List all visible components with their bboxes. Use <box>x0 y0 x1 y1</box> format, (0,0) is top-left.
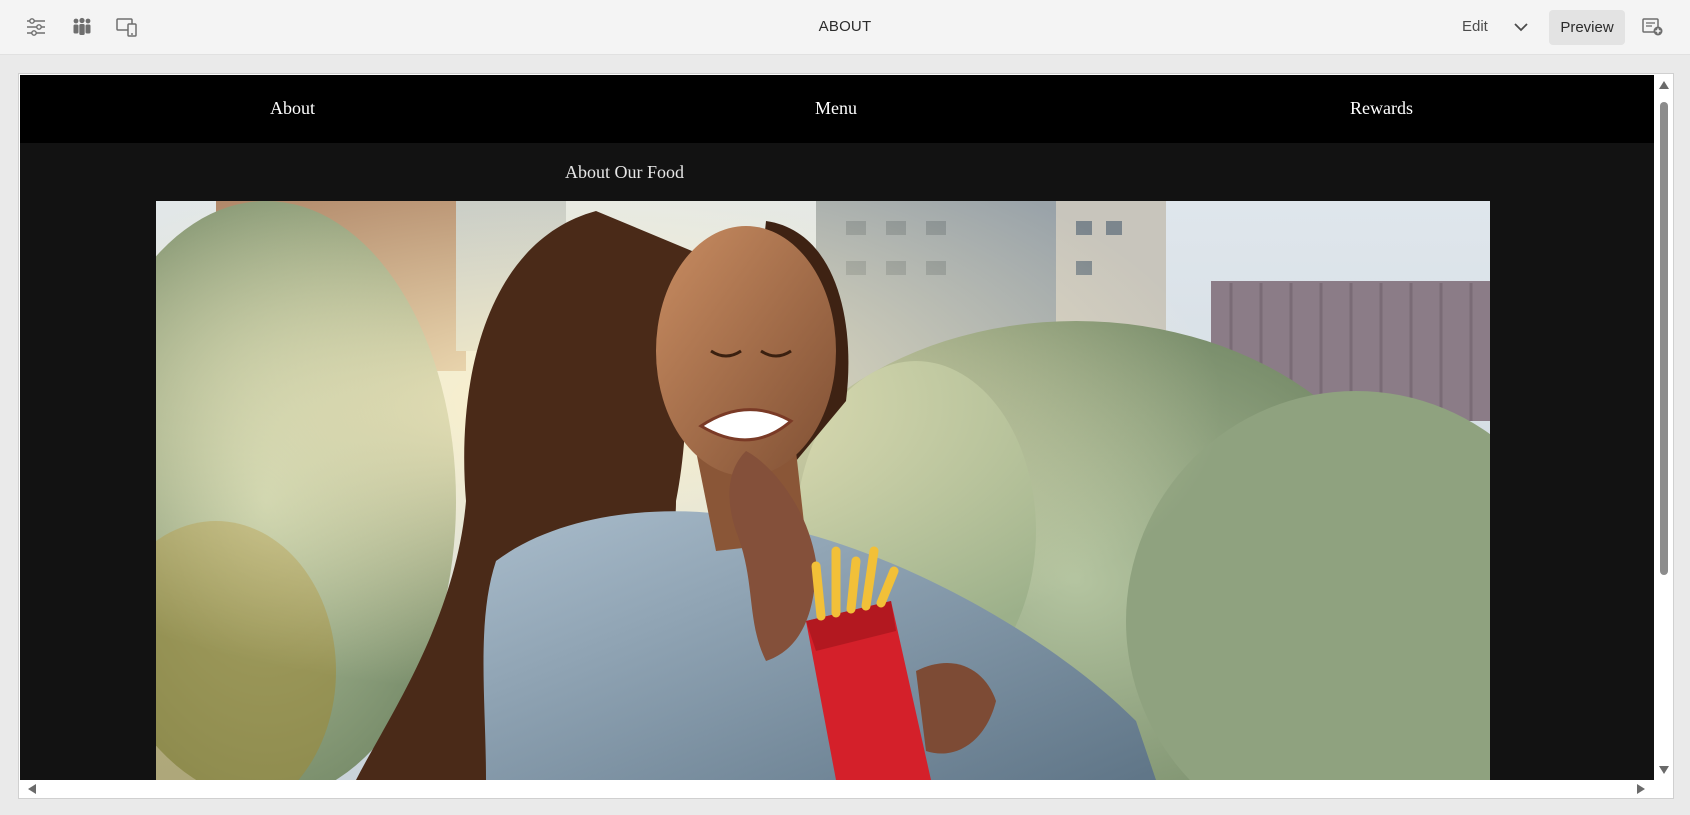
horizontal-scrollbar[interactable] <box>20 780 1654 798</box>
page-viewport: About Menu Rewards About Our Food <box>20 75 1654 780</box>
scroll-down-arrow-icon[interactable] <box>1659 766 1669 774</box>
nav-rewards[interactable]: Rewards <box>1350 98 1413 119</box>
annotations-icon[interactable] <box>1640 14 1666 40</box>
hero-image[interactable] <box>156 201 1490 780</box>
section-title: About Our Food <box>565 162 685 182</box>
editor-toolbar: ABOUT Edit Preview <box>0 0 1690 55</box>
mode-edit-label[interactable]: Edit <box>1462 18 1488 35</box>
page-frame: About Menu Rewards About Our Food <box>18 73 1674 799</box>
nav-menu[interactable]: Menu <box>815 98 857 119</box>
scroll-left-arrow-icon[interactable] <box>28 784 36 794</box>
site-navigation: About Menu Rewards <box>20 75 1654 143</box>
page-title: ABOUT <box>818 18 872 35</box>
nav-about[interactable]: About <box>270 98 315 119</box>
vertical-scrollbar[interactable] <box>1655 75 1673 780</box>
scroll-up-arrow-icon[interactable] <box>1659 81 1669 89</box>
vertical-scroll-thumb[interactable] <box>1660 102 1668 575</box>
chevron-down-icon[interactable] <box>1508 14 1534 40</box>
preview-button[interactable]: Preview <box>1549 10 1625 45</box>
scroll-right-arrow-icon[interactable] <box>1637 784 1645 794</box>
